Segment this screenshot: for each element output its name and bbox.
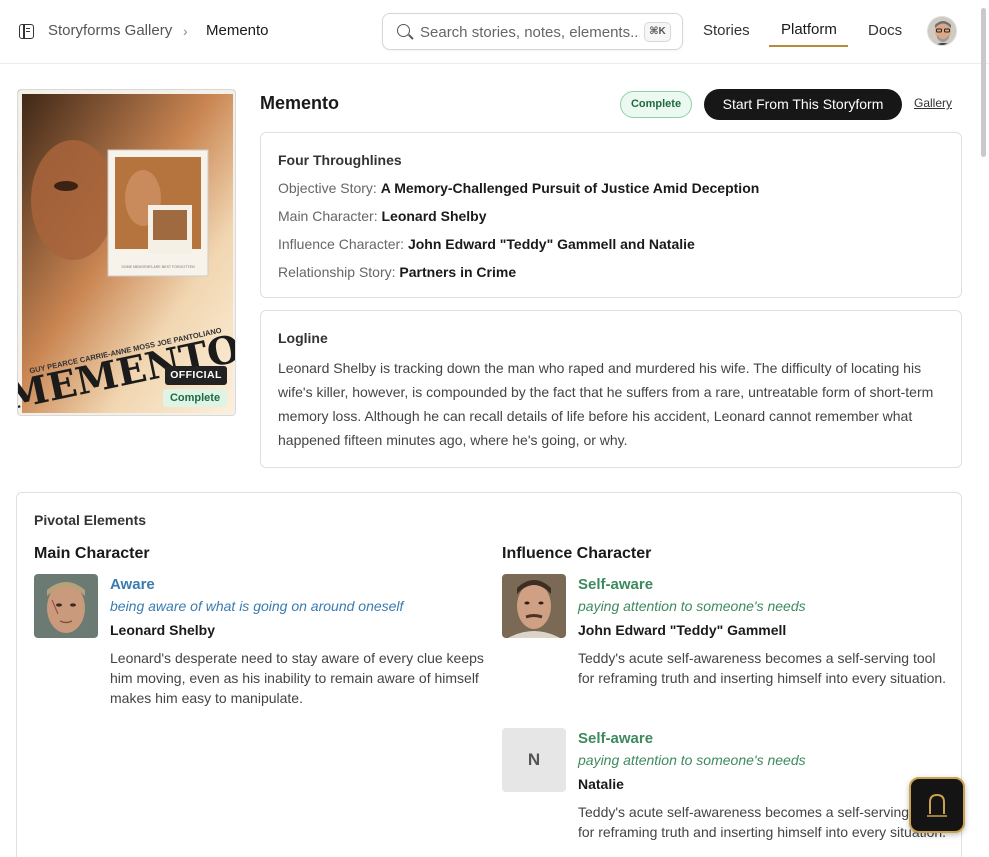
mc-character-name: Leonard Shelby bbox=[110, 622, 216, 638]
throughline-objective-story: Objective Story: A Memory-Challenged Pur… bbox=[278, 180, 760, 196]
assistant-logo-icon bbox=[927, 793, 947, 817]
throughline-influence-character: Influence Character: John Edward "Teddy"… bbox=[278, 236, 695, 252]
user-avatar[interactable] bbox=[927, 16, 957, 46]
breadcrumb-parent[interactable]: Storyforms Gallery bbox=[48, 22, 172, 40]
throughline-relationship-story: Relationship Story: Partners in Crime bbox=[278, 264, 517, 280]
search-icon bbox=[397, 24, 410, 37]
search-shortcut-hint: ⌘K bbox=[644, 22, 671, 42]
nav-docs[interactable]: Docs bbox=[868, 22, 902, 40]
mc-element-description: Leonard's desperate need to stay aware o… bbox=[110, 650, 484, 706]
assistant-launcher-button[interactable] bbox=[909, 777, 965, 833]
mc-element-definition: being aware of what is going on around o… bbox=[110, 598, 404, 614]
influence-character-heading: Influence Character bbox=[502, 545, 652, 562]
nav-platform[interactable]: Platform bbox=[781, 21, 837, 39]
top-bar: Storyforms Gallery › Memento ⌘K Stories … bbox=[0, 0, 989, 64]
logline-heading: Logline bbox=[278, 330, 328, 346]
main-character-heading: Main Character bbox=[34, 545, 150, 562]
ic-element-name-teddy[interactable]: Self-aware bbox=[578, 576, 653, 593]
status-badge: Complete bbox=[620, 91, 692, 118]
nav-stories[interactable]: Stories bbox=[703, 22, 750, 40]
pivotal-elements-heading: Pivotal Elements bbox=[34, 512, 147, 528]
breadcrumb-chevron-icon: › bbox=[183, 23, 188, 39]
mc-element-name[interactable]: Aware bbox=[110, 576, 155, 593]
official-badge: OFFICIAL bbox=[165, 366, 227, 385]
gallery-link[interactable]: Gallery bbox=[914, 96, 952, 110]
natalie-initial-avatar: N bbox=[502, 728, 566, 792]
nav-active-indicator bbox=[769, 45, 848, 47]
teddy-gammell-photo bbox=[502, 574, 566, 638]
throughlines-card: Four Throughlines Objective Story: A Mem… bbox=[260, 132, 962, 298]
ic-character-name-natalie: Natalie bbox=[578, 776, 624, 792]
pivotal-elements-card: Pivotal Elements Main Character Aware be… bbox=[16, 492, 962, 857]
leonard-shelby-photo bbox=[34, 574, 98, 638]
ic-element-name-natalie[interactable]: Self-aware bbox=[578, 730, 653, 747]
search-box[interactable]: ⌘K bbox=[382, 13, 683, 50]
ic-element-definition-natalie: paying attention to someone's needs bbox=[578, 752, 806, 768]
ic-element-definition-teddy: paying attention to someone's needs bbox=[578, 598, 806, 614]
search-input[interactable] bbox=[420, 22, 640, 42]
ic-element-description-teddy: Teddy's acute self-awareness becomes a s… bbox=[578, 650, 947, 686]
poster-tagline: SOME MEMORIES ARE BEST FORGOTTEN bbox=[121, 265, 195, 269]
start-from-storyform-button[interactable]: Start From This Storyform bbox=[704, 89, 902, 120]
ic-element-description-natalie: Teddy's acute self-awareness becomes a s… bbox=[578, 804, 947, 840]
logline-card: Logline Leonard Shelby is tracking down … bbox=[260, 310, 962, 468]
throughlines-heading: Four Throughlines bbox=[278, 152, 402, 168]
sidebar-toggle-icon[interactable] bbox=[19, 24, 34, 39]
poster-status-badge: Complete bbox=[163, 389, 227, 407]
page-scrollbar[interactable] bbox=[981, 8, 986, 157]
page-title: Memento bbox=[260, 93, 340, 113]
ic-character-name-teddy: John Edward "Teddy" Gammell bbox=[578, 622, 787, 638]
breadcrumb-current: Memento bbox=[206, 22, 269, 39]
logline-text: Leonard Shelby is tracking down the man … bbox=[278, 360, 934, 448]
throughline-main-character: Main Character: Leonard Shelby bbox=[278, 208, 487, 224]
